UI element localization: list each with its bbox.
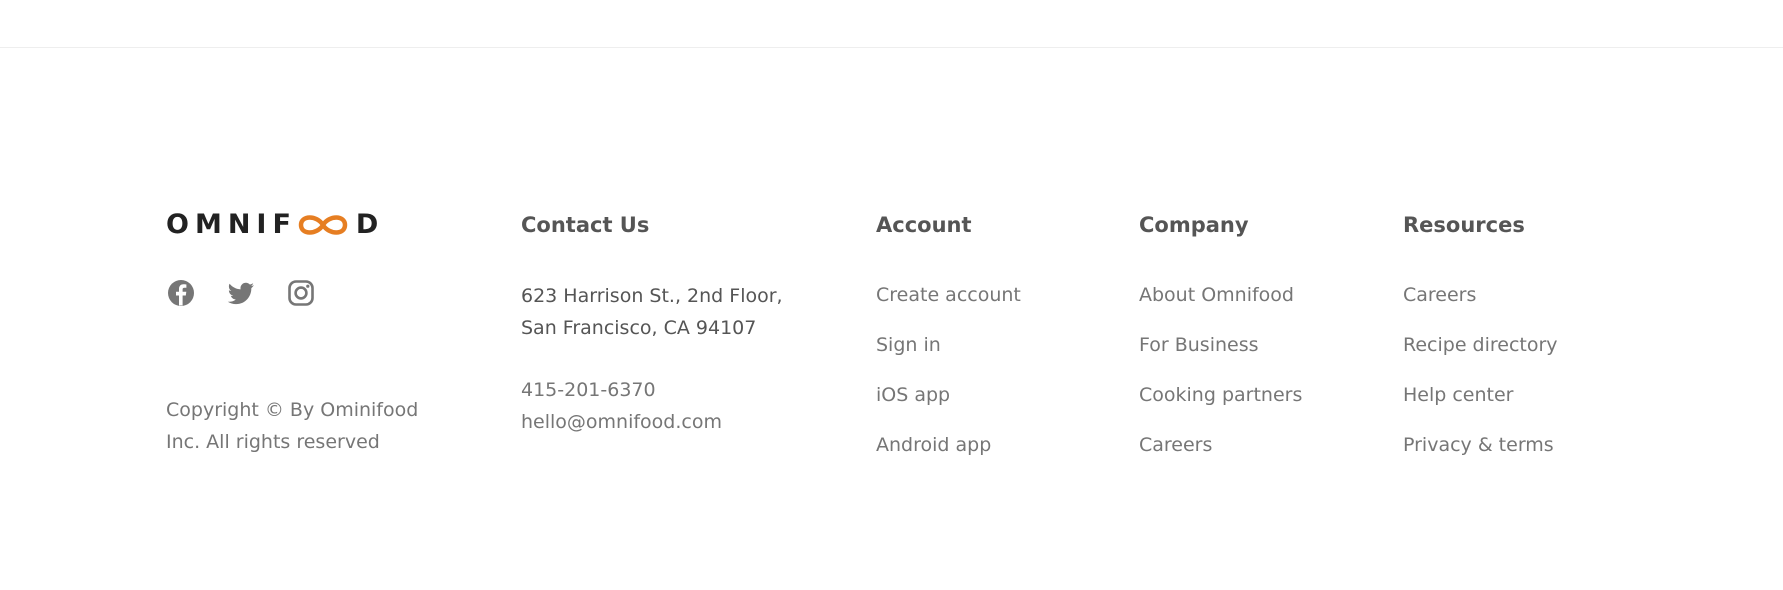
- company-careers-link[interactable]: Careers: [1139, 434, 1212, 456]
- logo-text-start: OMNIF: [166, 209, 297, 240]
- recipe-directory-link[interactable]: Recipe directory: [1403, 334, 1558, 356]
- facebook-icon[interactable]: [166, 278, 196, 308]
- social-links: [166, 278, 496, 308]
- contact-column: Contact Us 623 Harrison St., 2nd Floor, …: [521, 208, 851, 438]
- contact-heading: Contact Us: [521, 213, 650, 237]
- list-item: Sign in: [876, 329, 1116, 379]
- account-heading: Account: [876, 213, 972, 237]
- site-footer: OMNIF D Copyright © By Ominifood Inc. Al…: [0, 47, 1783, 590]
- resources-heading: Resources: [1403, 213, 1525, 237]
- list-item: For Business: [1139, 329, 1379, 379]
- sign-in-link[interactable]: Sign in: [876, 334, 941, 356]
- list-item: Recipe directory: [1403, 329, 1663, 379]
- twitter-icon[interactable]: [226, 278, 256, 308]
- list-item: Cooking partners: [1139, 379, 1379, 429]
- list-item: Android app: [876, 429, 1116, 479]
- company-heading: Company: [1139, 213, 1249, 237]
- address-line-1: 623 Harrison St., 2nd Floor,: [521, 285, 783, 307]
- for-business-link[interactable]: For Business: [1139, 334, 1259, 356]
- list-item: Careers: [1403, 279, 1663, 329]
- list-item: Privacy & terms: [1403, 429, 1663, 479]
- phone-link[interactable]: 415-201-6370: [521, 374, 851, 406]
- list-item: iOS app: [876, 379, 1116, 429]
- list-item: About Omnifood: [1139, 279, 1379, 329]
- logo-text-end: D: [355, 209, 385, 240]
- cooking-partners-link[interactable]: Cooking partners: [1139, 384, 1302, 406]
- account-links: Create account Sign in iOS app Android a…: [876, 279, 1116, 479]
- infinity-icon: [295, 210, 351, 240]
- list-item: Careers: [1139, 429, 1379, 479]
- privacy-terms-link[interactable]: Privacy & terms: [1403, 434, 1554, 456]
- create-account-link[interactable]: Create account: [876, 284, 1021, 306]
- address: 623 Harrison St., 2nd Floor, San Francis…: [521, 280, 851, 344]
- help-center-link[interactable]: Help center: [1403, 384, 1513, 406]
- company-links: About Omnifood For Business Cooking part…: [1139, 279, 1379, 479]
- instagram-icon[interactable]: [286, 278, 316, 308]
- list-item: Create account: [876, 279, 1116, 329]
- company-nav-column: Company About Omnifood For Business Cook…: [1139, 208, 1379, 479]
- ios-app-link[interactable]: iOS app: [876, 384, 950, 406]
- resources-links: Careers Recipe directory Help center Pri…: [1403, 279, 1663, 479]
- resources-careers-link[interactable]: Careers: [1403, 284, 1476, 306]
- omnifood-logo[interactable]: OMNIF D: [166, 208, 496, 242]
- account-nav-column: Account Create account Sign in iOS app A…: [876, 208, 1116, 479]
- list-item: Help center: [1403, 379, 1663, 429]
- about-link[interactable]: About Omnifood: [1139, 284, 1294, 306]
- footer-logo-column: OMNIF D Copyright © By Ominifood Inc. Al…: [166, 208, 496, 477]
- address-line-2: San Francisco, CA 94107: [521, 317, 757, 339]
- android-app-link[interactable]: Android app: [876, 434, 991, 456]
- copyright-text: Copyright © By Ominifood Inc. All rights…: [166, 399, 419, 453]
- email-link[interactable]: hello@omnifood.com: [521, 406, 851, 438]
- resources-nav-column: Resources Careers Recipe directory Help …: [1403, 208, 1663, 479]
